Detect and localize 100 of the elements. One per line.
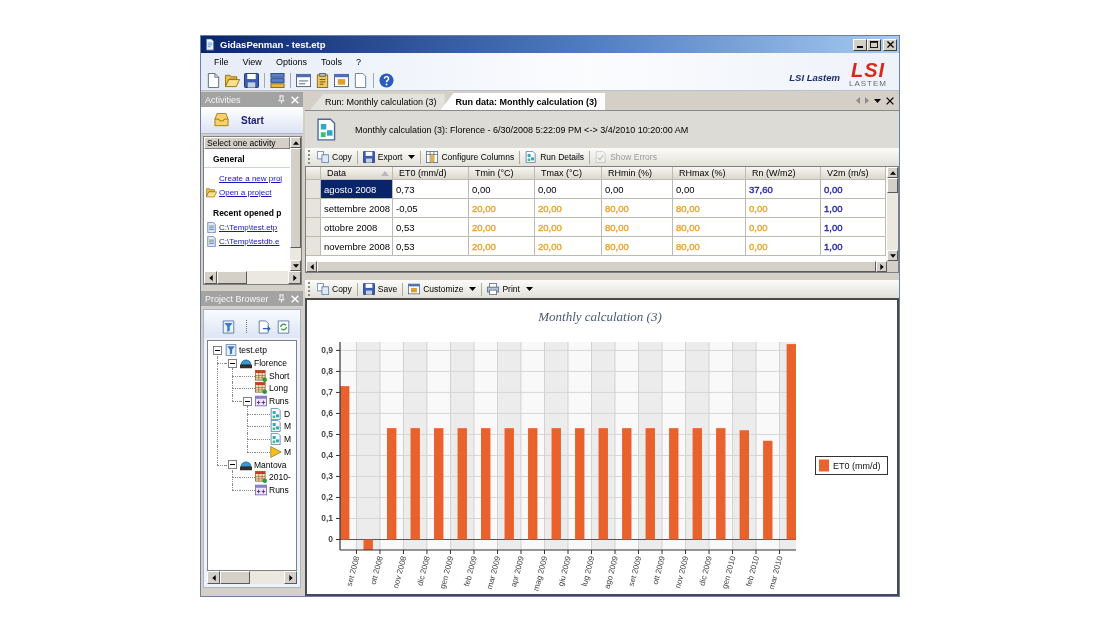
scroll-down-button[interactable] (887, 250, 898, 261)
scrollbar-thumb[interactable] (220, 571, 250, 584)
y-tick-label: 0,5 (321, 429, 333, 440)
x-tick-label: lug 2009 (579, 555, 597, 588)
menu-item[interactable]: Tools (313, 57, 349, 67)
scrollbar-thumb[interactable] (290, 148, 301, 248)
copy-icon (317, 151, 329, 163)
menu-item[interactable]: ? (348, 57, 368, 67)
play-icon (270, 445, 282, 458)
start-button[interactable]: Start (201, 107, 303, 134)
toolbar-button[interactable]: Export (359, 149, 419, 165)
document-arrow-icon[interactable] (258, 319, 271, 334)
link[interactable]: C:\Temp\testdb.e (219, 236, 280, 246)
tab[interactable]: Run data: Monthly calculation (3) (440, 93, 606, 110)
tree-item[interactable]: Short (269, 370, 290, 381)
link[interactable]: C:\Temp\test.etp (219, 222, 278, 232)
scrollbar-thumb[interactable] (887, 178, 898, 193)
tree-item[interactable]: M (284, 421, 292, 432)
window-icon[interactable] (296, 73, 311, 88)
open-folder-icon (206, 186, 217, 198)
minus-box-icon[interactable] (228, 358, 237, 368)
tree-item[interactable]: Runs (269, 484, 289, 495)
scroll-left-button[interactable] (207, 571, 220, 584)
stack-icon[interactable] (270, 73, 285, 88)
run-summary: Monthly calculation (3): Florence - 6/30/2008 5:22:09 PM <-> 3/4/2010 10:20:00 AM (355, 124, 689, 135)
table-cell: 80,00 (602, 218, 672, 236)
document-refresh-icon[interactable] (277, 319, 290, 334)
down-arrow-icon (889, 253, 896, 258)
maximize-button[interactable] (867, 38, 881, 51)
new-page-icon[interactable] (206, 73, 221, 88)
scroll-right-button[interactable] (876, 261, 887, 272)
toolbar-button[interactable]: Save (359, 281, 401, 297)
minus-box-icon[interactable] (228, 460, 237, 470)
scroll-right-button[interactable] (288, 271, 301, 284)
x-tick-label: feb 2009 (462, 555, 479, 588)
horizontal-scrollbar[interactable] (207, 571, 297, 584)
table-cell: 37,60 (746, 180, 820, 198)
tree-item[interactable]: Long (269, 383, 288, 394)
column-header[interactable]: Tmax (°C) (535, 167, 601, 179)
y-tick-label: 0,7 (321, 387, 333, 398)
clipboard-icon[interactable] (315, 73, 330, 88)
minimize-button[interactable] (853, 38, 867, 51)
tree-item[interactable]: test.etp (239, 345, 267, 356)
column-header[interactable]: Data (321, 167, 392, 179)
help-icon[interactable] (379, 73, 394, 88)
table-cell: 20,00 (535, 218, 601, 236)
table-cell: 0,53 (393, 218, 468, 236)
page-icon[interactable] (353, 73, 368, 88)
tree-item[interactable]: M (284, 434, 292, 445)
column-header[interactable]: RHmax (%) (673, 167, 745, 179)
x-tick-label: dic 2008 (415, 555, 432, 587)
x-tick-label: ott 2008 (368, 555, 385, 586)
x-tick-label: feb 2010 (744, 555, 761, 588)
tree-item[interactable]: 2010- (269, 472, 291, 483)
vertical-scrollbar[interactable] (290, 137, 301, 271)
menu-item[interactable]: File (207, 57, 236, 67)
scroll-left-button[interactable] (204, 271, 217, 284)
image-window-icon[interactable] (334, 73, 349, 88)
scrollbar-thumb[interactable] (217, 271, 247, 284)
scroll-right-button[interactable] (284, 571, 297, 584)
column-header[interactable]: RHmin (%) (602, 167, 672, 179)
window-title: GidasPenman - test.etp (220, 39, 326, 50)
link[interactable]: Create a new proj (219, 173, 283, 183)
table-cell: -0,05 (393, 199, 468, 217)
horizontal-scrollbar[interactable] (204, 271, 301, 284)
close-button[interactable] (883, 38, 897, 51)
tree-item[interactable]: Runs (269, 396, 289, 407)
tree-item[interactable]: M (284, 446, 292, 457)
column-header[interactable]: ET0 (mm/d) (393, 167, 468, 179)
toolbar-button[interactable]: Configure Columns (423, 149, 518, 165)
minus-box-icon[interactable] (243, 396, 252, 406)
funnel-icon[interactable] (222, 319, 235, 334)
columns-icon (426, 151, 439, 163)
column-header[interactable]: V2m (m/s) (821, 167, 885, 179)
caret-icon[interactable] (874, 98, 881, 103)
scroll-left-button[interactable] (306, 261, 317, 272)
toolbar-button[interactable]: Customize (405, 281, 480, 297)
close-icon[interactable] (886, 96, 894, 105)
save-icon[interactable] (244, 73, 259, 88)
column-header[interactable]: Rn (W/m2) (746, 167, 820, 179)
minus-box-icon[interactable] (213, 345, 222, 355)
menu-item[interactable]: View (235, 57, 269, 67)
toolbar-button[interactable]: Copy (314, 281, 355, 297)
menu-item[interactable]: Options (268, 57, 314, 67)
tab[interactable]: Run: Monthly calculation (3) (310, 94, 445, 110)
toolbar-button[interactable]: Print (484, 281, 536, 297)
tree-item[interactable]: D (284, 408, 291, 419)
link[interactable]: Open a project (219, 187, 272, 197)
tree-item[interactable]: Mantova (254, 459, 287, 470)
right-arrow-icon (292, 274, 297, 281)
scroll-up-button[interactable] (887, 167, 898, 178)
scroll-down-button[interactable] (290, 260, 301, 271)
toolbar-button[interactable]: Copy (314, 149, 355, 165)
table-cell: 20,00 (469, 237, 534, 255)
tree-item[interactable]: Florence (254, 358, 288, 369)
toolbar-button[interactable]: Run Details (522, 149, 588, 165)
column-header[interactable]: Tmin (°C) (469, 167, 534, 179)
scroll-up-button[interactable] (290, 137, 301, 148)
logo-caption: LASTEM (849, 80, 887, 88)
vertical-scrollbar[interactable] (887, 167, 898, 261)
